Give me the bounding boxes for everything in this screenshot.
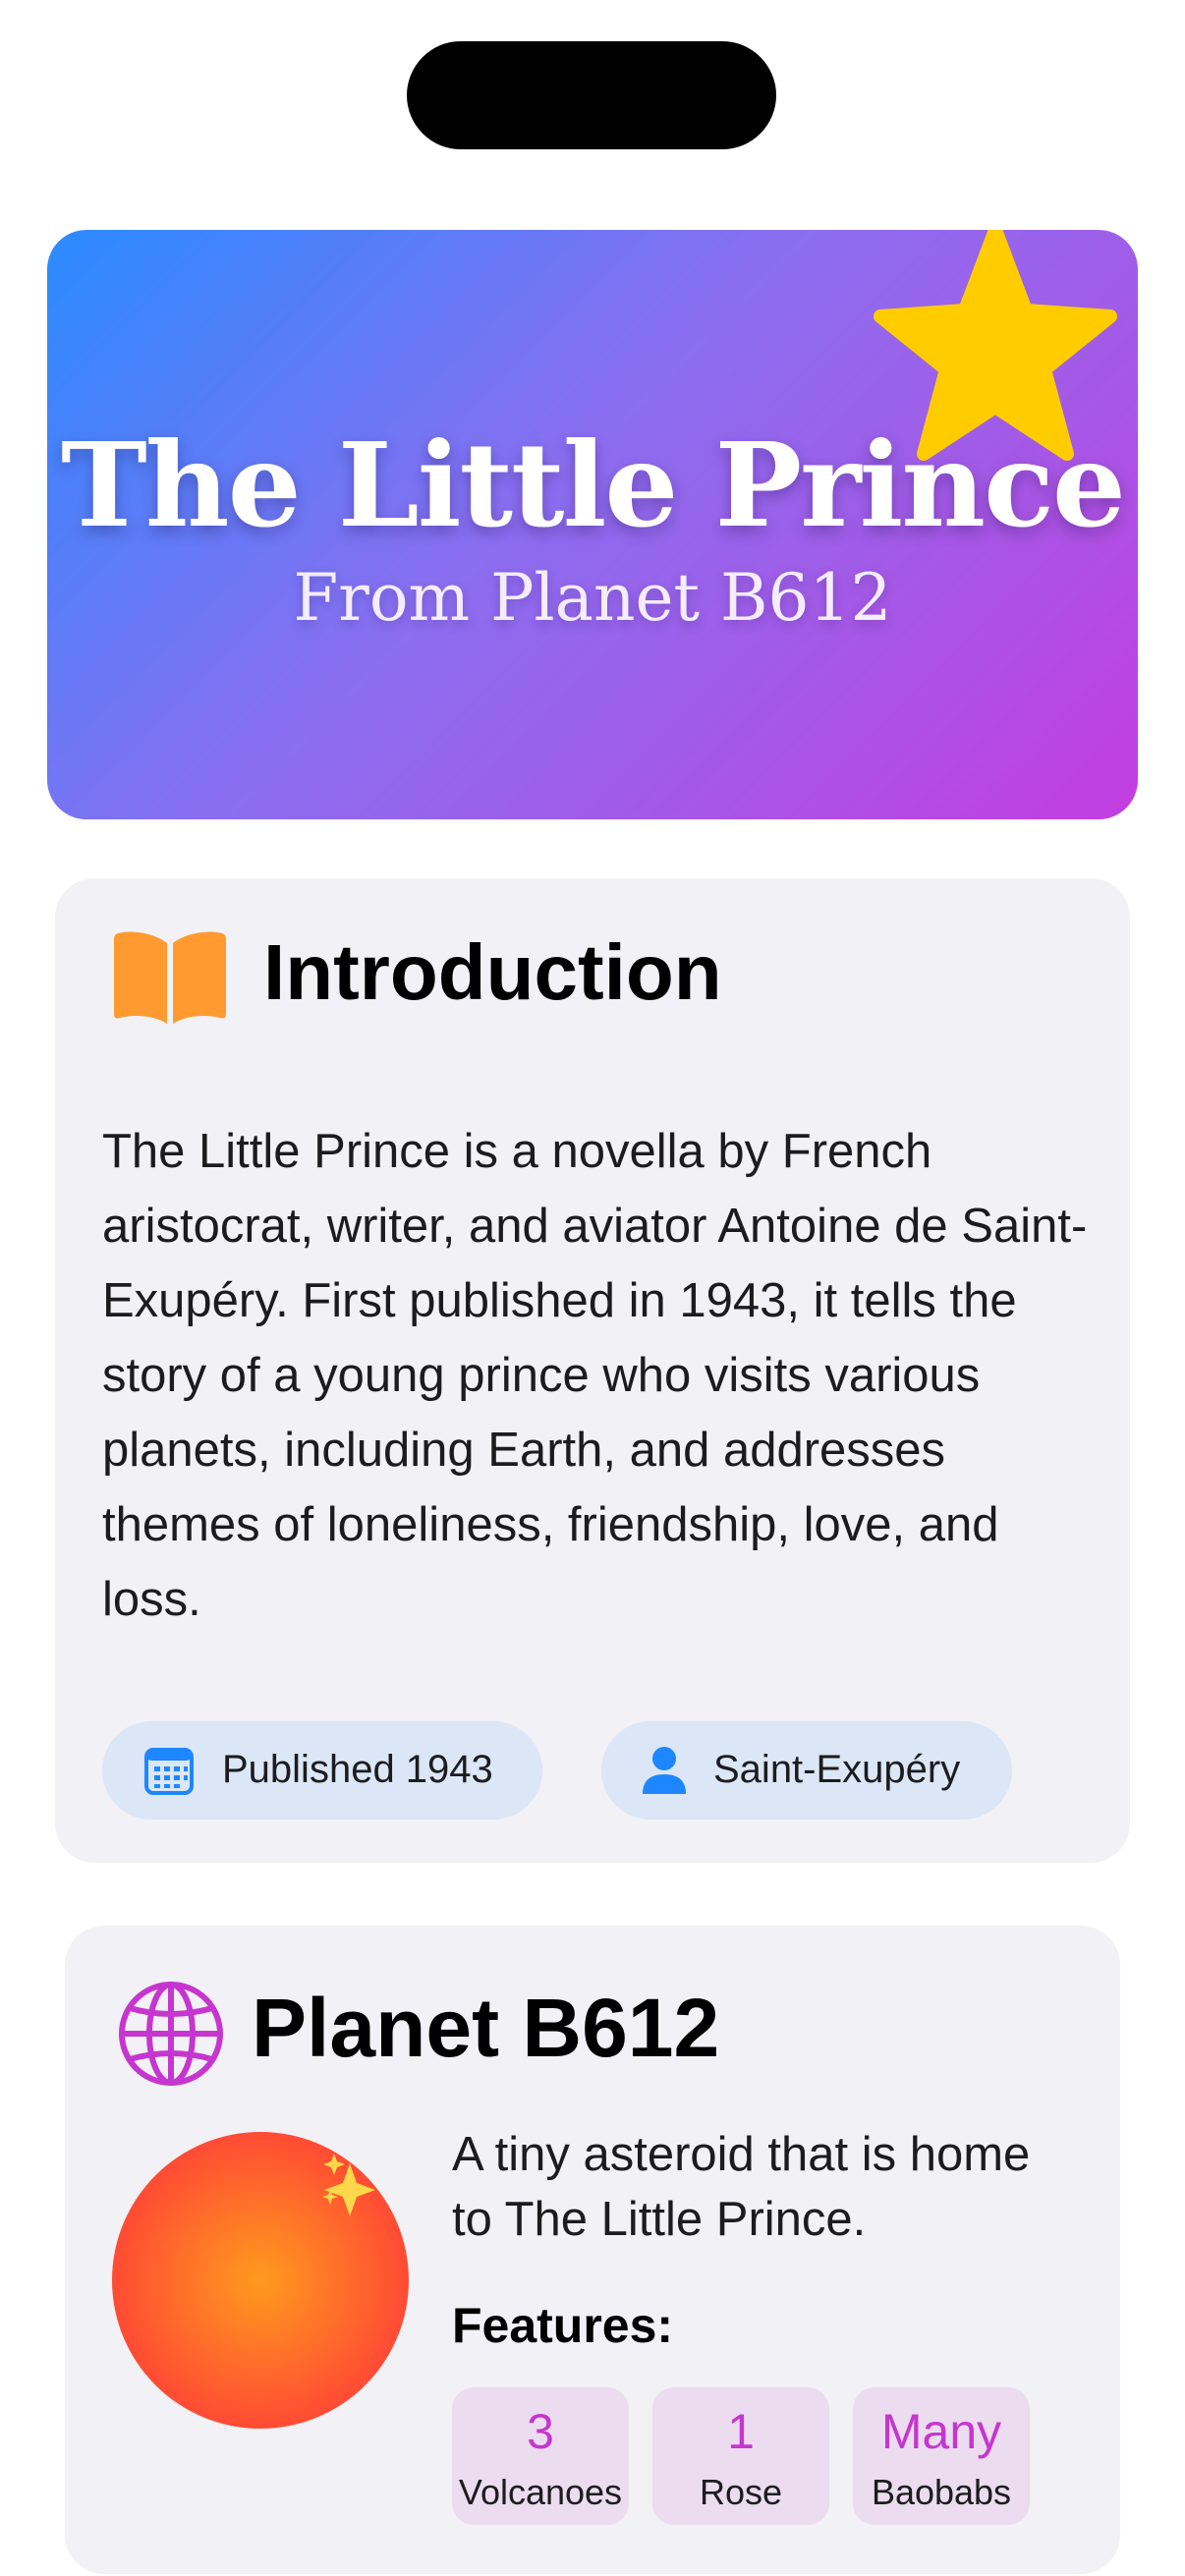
feature-baobabs: Many Baobabs — [853, 2387, 1030, 2525]
hero-subtitle: From Planet B612 — [293, 560, 892, 636]
author-label: Saint-Exupéry — [713, 1748, 961, 1791]
feature-value: 1 — [727, 2404, 755, 2459]
published-badge: Published 1943 — [102, 1721, 542, 1820]
feature-value: Many — [880, 2404, 1002, 2459]
introduction-text: The Little Prince is a novella by French… — [102, 1125, 1088, 1626]
hero-banner: The Little Prince From Planet B612 — [47, 230, 1138, 819]
dynamic-island — [407, 41, 776, 149]
feature-volcanoes: 3 Volcanoes — [452, 2387, 629, 2525]
book-icon — [114, 931, 226, 1024]
introduction-title: Introduction — [263, 928, 722, 1016]
feature-rose: 1 Rose — [652, 2387, 829, 2525]
feature-label: Baobabs — [871, 2472, 1012, 2512]
planet-description: A tiny asteroid that is home to The Litt… — [452, 2128, 1031, 2246]
author-badge: Saint-Exupéry — [601, 1721, 1012, 1820]
features-label: Features: — [452, 2298, 674, 2353]
calendar-icon — [144, 1748, 194, 1795]
feature-label: Volcanoes — [458, 2472, 623, 2512]
hero-title: The Little Prince — [61, 417, 1126, 553]
planet-title: Planet B612 — [252, 1982, 720, 2074]
planet-card: Planet B612 A tiny asteroid that is home… — [65, 1926, 1120, 2574]
introduction-card: Introduction The Little Prince is a nove… — [55, 878, 1130, 1863]
person-icon — [643, 1747, 686, 1794]
published-label: Published 1943 — [222, 1748, 493, 1791]
feature-value: 3 — [527, 2404, 554, 2459]
globe-icon — [119, 1982, 223, 2086]
feature-label: Rose — [699, 2472, 783, 2512]
planet-illustration — [112, 2132, 409, 2429]
